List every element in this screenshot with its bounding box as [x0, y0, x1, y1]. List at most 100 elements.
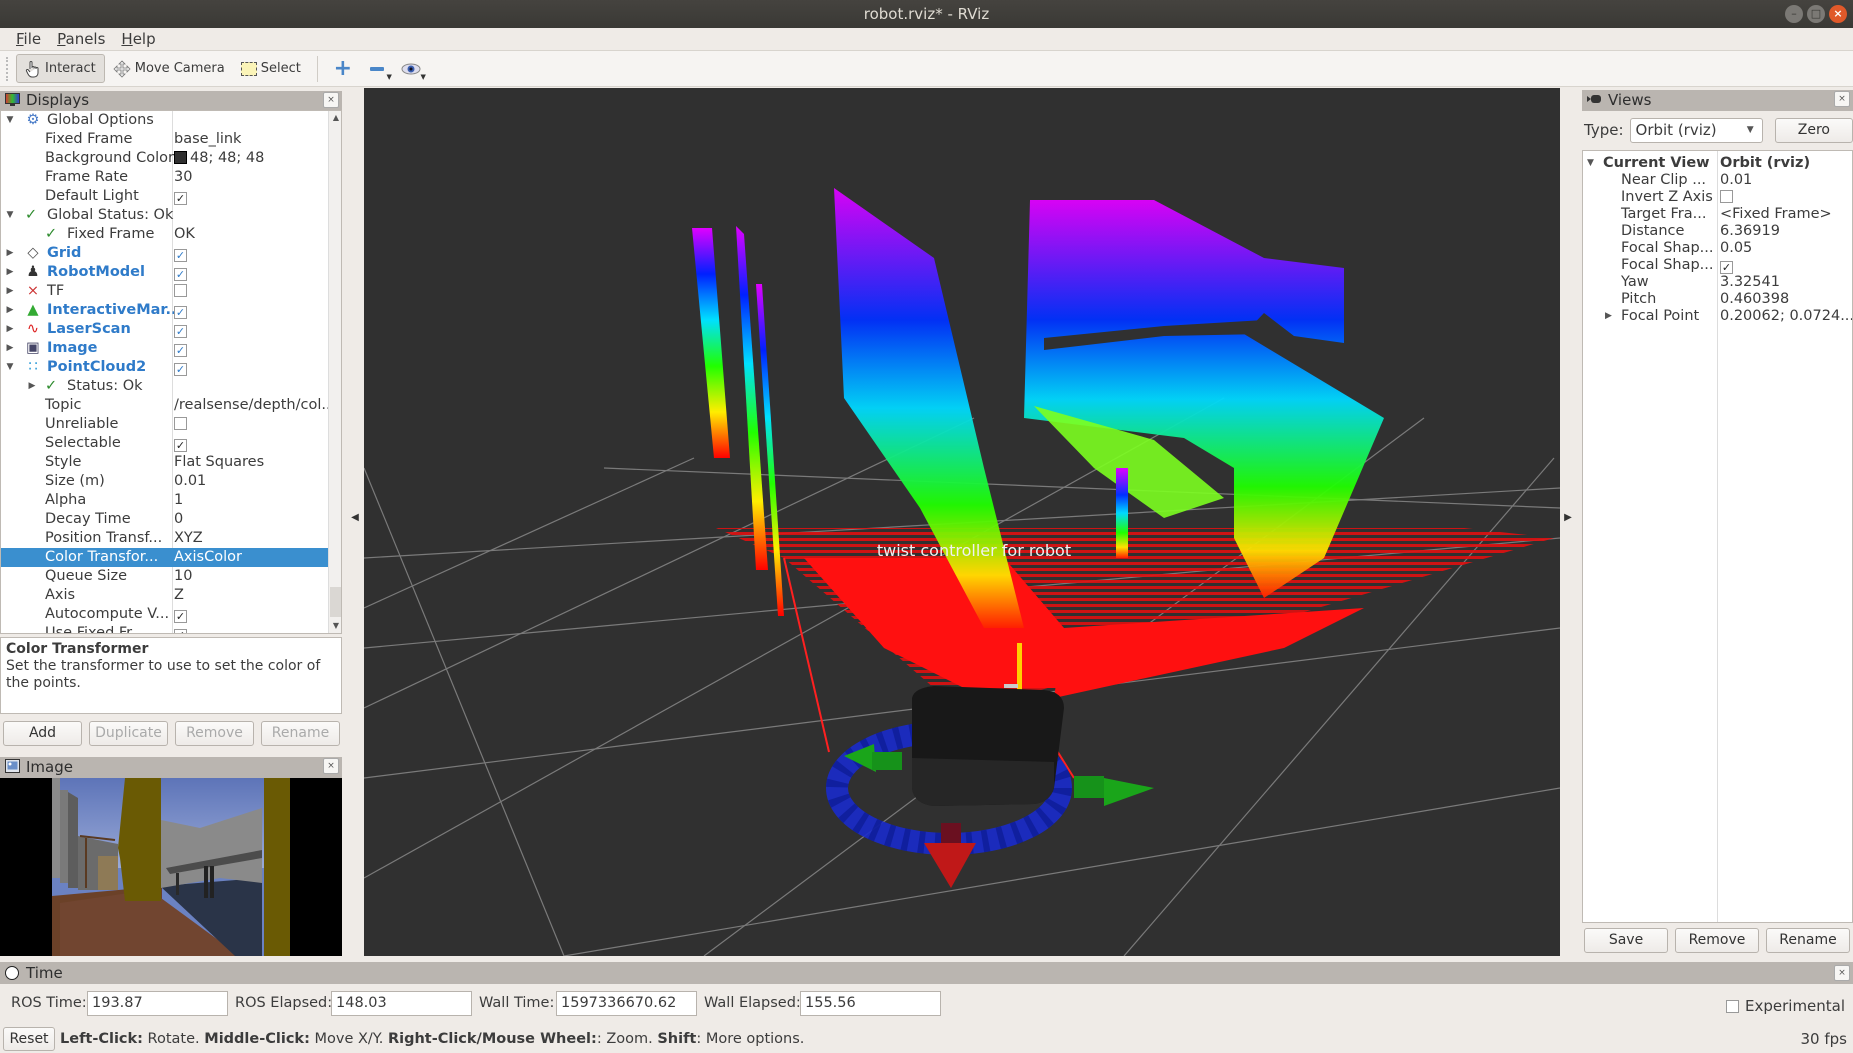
display-tree-row[interactable]: Autocompute V... ✓ [1, 605, 328, 624]
display-tree-row[interactable]: ▼ ✓ Global Status: Ok [1, 206, 328, 225]
menu-panels[interactable]: Panels [49, 28, 113, 50]
display-tree-row[interactable]: ▼ ⚙ Global Options [1, 111, 328, 130]
property-value[interactable]: Z [174, 586, 184, 605]
remove-tool-button[interactable]: ▼ [360, 54, 394, 83]
duplicate-display-button[interactable]: Duplicate [89, 721, 168, 746]
display-tree-row[interactable]: ▶ ◇ Grid ✓ [1, 244, 328, 263]
view-property-value[interactable]: 3.32541 [1720, 274, 1780, 291]
property-value[interactable]: 0 [174, 510, 183, 529]
display-tree-row[interactable]: ▶ ▲ InteractiveMar... ✓ [1, 301, 328, 320]
property-value[interactable]: Flat Squares [174, 453, 264, 472]
property-value[interactable]: ✓ [174, 187, 187, 206]
reset-button[interactable]: Reset [3, 1027, 55, 1051]
view-property-row[interactable]: Distance 6.36919 [1583, 223, 1852, 240]
view-property-value[interactable]: 0.20062; 0.0724... [1720, 308, 1852, 325]
property-value[interactable]: ✓ [174, 320, 187, 339]
close-panel-button[interactable]: × [1834, 91, 1850, 107]
collapse-right-dock-handle[interactable]: ▶ [1563, 512, 1573, 523]
view-property-row[interactable]: Target Fra... <Fixed Frame> [1583, 206, 1852, 223]
zero-view-button[interactable]: Zero [1774, 117, 1853, 143]
rename-view-button[interactable]: Rename [1766, 928, 1850, 953]
view-property-row[interactable]: ▶ Focal Point 0.20062; 0.0724... [1583, 308, 1852, 325]
view-type-select[interactable]: Orbit (rviz) ▼ [1629, 117, 1763, 143]
close-panel-button[interactable]: × [323, 92, 339, 108]
close-button[interactable]: × [1829, 5, 1847, 23]
property-value[interactable]: /realsense/depth/col... [174, 396, 335, 415]
display-tree-row[interactable]: Alpha 1 [1, 491, 328, 510]
expand-arrow-right-icon[interactable]: ▶ [5, 301, 15, 320]
experimental-toggle[interactable]: Experimental [1726, 997, 1845, 1015]
property-value[interactable]: OK [174, 225, 195, 244]
display-tree-row[interactable]: Use Fixed Fr... ✓ [1, 624, 328, 633]
expand-arrow-down-icon[interactable]: ▼ [5, 111, 15, 130]
expand-arrow-right-icon[interactable]: ▶ [5, 263, 15, 282]
save-view-button[interactable]: Save [1584, 928, 1668, 953]
expand-arrow-right-icon[interactable]: ▶ [5, 244, 15, 263]
color-swatch[interactable] [174, 151, 187, 164]
display-tree-row[interactable]: ▶ ∿ LaserScan ✓ [1, 320, 328, 339]
rename-display-button[interactable]: Rename [261, 721, 340, 746]
expand-arrow-down-icon[interactable]: ▼ [5, 206, 15, 225]
ros-time-field[interactable]: 193.87 [87, 991, 228, 1016]
view-property-value[interactable]: 0.05 [1720, 240, 1752, 257]
vertical-scrollbar[interactable]: ▲ ▼ [328, 111, 341, 633]
view-property-row[interactable]: Pitch 0.460398 [1583, 291, 1852, 308]
enable-checkbox[interactable]: ✓ [174, 249, 187, 262]
wall-elapsed-field[interactable]: 155.56 [800, 991, 941, 1016]
view-property-value[interactable]: 0.460398 [1720, 291, 1789, 308]
expand-arrow-right-icon[interactable]: ▶ [1605, 308, 1612, 325]
view-property-value[interactable]: <Fixed Frame> [1720, 206, 1832, 223]
display-tree-row[interactable]: Color Transfor... AxisColor [1, 548, 328, 567]
property-value[interactable]: ✓ [174, 358, 187, 377]
display-tree-row[interactable]: Frame Rate 30 [1, 168, 328, 187]
enable-checkbox[interactable]: ✓ [174, 439, 187, 452]
display-tree-row[interactable]: ▶ ⨯ TF [1, 282, 328, 301]
property-value[interactable]: ✓ [174, 244, 187, 263]
enable-checkbox[interactable]: ✓ [174, 629, 187, 633]
property-value[interactable]: XYZ [174, 529, 203, 548]
property-value[interactable]: 48; 48; 48 [174, 149, 264, 168]
property-value[interactable]: ✓ [174, 339, 187, 358]
enable-checkbox[interactable]: ✓ [174, 363, 187, 376]
displays-tree[interactable]: ▼ ⚙ Global Options Fixed Frame base_link Back… [0, 110, 342, 634]
display-tree-row[interactable]: Decay Time 0 [1, 510, 328, 529]
property-value[interactable]: 1 [174, 491, 183, 510]
display-tree-row[interactable]: Unreliable [1, 415, 328, 434]
add-display-button[interactable]: Add [3, 721, 82, 746]
display-tree-row[interactable]: Selectable ✓ [1, 434, 328, 453]
expand-arrow-right-icon[interactable]: ▶ [5, 320, 15, 339]
display-tree-row[interactable]: Background Color 48; 48; 48 [1, 149, 328, 168]
display-tree-row[interactable]: Position Transf... XYZ [1, 529, 328, 548]
enable-checkbox[interactable]: ✓ [174, 306, 187, 319]
display-tree-row[interactable]: ▶ ✓ Status: Ok [1, 377, 328, 396]
focus-camera-tool-button[interactable]: ▼ [394, 54, 428, 83]
3d-render-viewport[interactable]: twist controller for robot [364, 88, 1560, 956]
interact-tool-button[interactable]: Interact [16, 54, 105, 83]
wall-time-field[interactable]: 1597336670.62 [556, 991, 697, 1016]
close-panel-button[interactable]: × [323, 758, 339, 774]
property-value[interactable]: 0.01 [174, 472, 206, 491]
view-property-value[interactable] [1720, 189, 1733, 206]
display-tree-row[interactable]: Size (m) 0.01 [1, 472, 328, 491]
toolbar-grip[interactable] [6, 56, 10, 81]
enable-checkbox[interactable]: ✓ [174, 344, 187, 357]
remove-view-button[interactable]: Remove [1675, 928, 1759, 953]
view-property-value[interactable]: Orbit (rviz) [1720, 155, 1810, 172]
scroll-down-arrow-icon[interactable]: ▼ [329, 619, 341, 633]
display-tree-row[interactable]: ▶ ▣ Image ✓ [1, 339, 328, 358]
expand-arrow-down-icon[interactable]: ▼ [1587, 155, 1594, 172]
close-panel-button[interactable]: × [1834, 965, 1850, 981]
view-property-row[interactable]: Yaw 3.32541 [1583, 274, 1852, 291]
enable-checkbox[interactable]: ✓ [174, 192, 187, 205]
property-value[interactable] [174, 282, 187, 301]
collapse-left-dock-handle[interactable]: ◀ [350, 512, 360, 523]
property-value[interactable]: ✓ [174, 605, 187, 624]
property-value[interactable]: AxisColor [174, 548, 242, 567]
display-tree-row[interactable]: ▶ ♟ RobotModel ✓ [1, 263, 328, 282]
views-tree[interactable]: ▼ Current View Orbit (rviz) Near Clip ... 0.… [1582, 150, 1853, 923]
display-tree-row[interactable]: Style Flat Squares [1, 453, 328, 472]
property-value[interactable]: ✓ [174, 301, 187, 320]
display-tree-row[interactable]: ▼ ∷ PointCloud2 ✓ [1, 358, 328, 377]
view-property-value[interactable]: 6.36919 [1720, 223, 1780, 240]
maximize-button[interactable]: □ [1807, 5, 1825, 23]
